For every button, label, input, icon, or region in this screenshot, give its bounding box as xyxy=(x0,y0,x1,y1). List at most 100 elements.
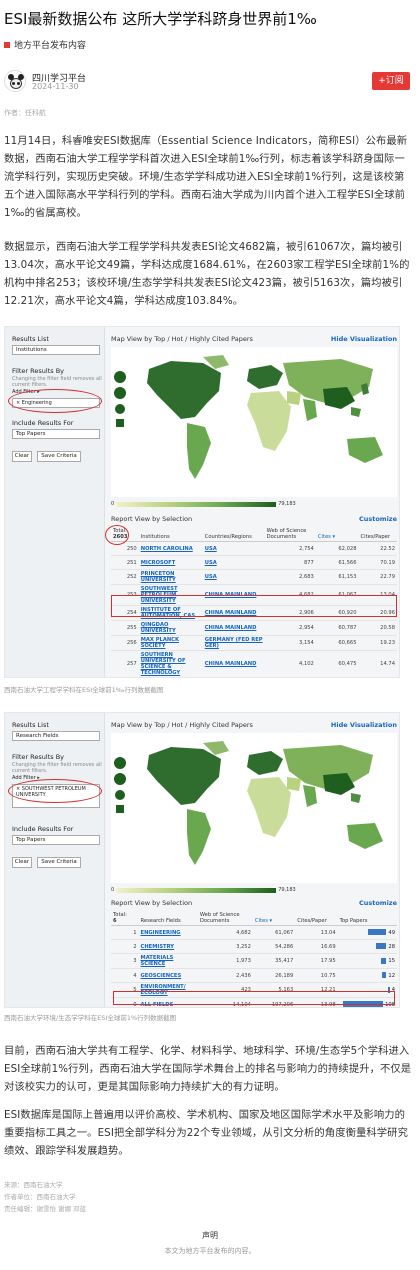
results-list-select[interactable]: Institutions xyxy=(12,345,100,355)
clear-button[interactable]: Clear xyxy=(12,451,32,462)
col-countries[interactable]: Countries/Regions xyxy=(202,527,265,542)
account-row: 四川学习平台 2024-11-30 +订阅 xyxy=(4,70,416,94)
include-label: Include Results For xyxy=(12,419,74,427)
row-field[interactable]: ENGINEERING xyxy=(138,925,198,940)
row-rank: 4 xyxy=(111,968,139,983)
customize-link[interactable]: Customize xyxy=(359,515,397,523)
row-cites-per-paper: 20.58 xyxy=(358,620,397,636)
row-cites: 61,067 xyxy=(252,925,296,940)
table-row[interactable]: 255 QINGDAO UNIVERSITY CHINA MAINLAND 2,954… xyxy=(111,620,397,636)
col-top-papers[interactable]: Top Papers xyxy=(337,911,397,926)
customize-link[interactable]: Customize xyxy=(359,899,397,907)
row-documents: 877 xyxy=(264,555,316,570)
meta-editors: 责任编辑：谢雪怡 谢娜 邓蓝 xyxy=(4,1205,87,1213)
paragraph-4: ESI数据库是国际上普遍用以评价高校、学术机构、国家及地区国际学术水平及影响力的… xyxy=(4,1109,408,1157)
row-cites: 54,286 xyxy=(252,939,296,954)
save-criteria-button[interactable]: Save Criteria xyxy=(37,857,81,868)
col-documents[interactable]: Web of Science Documents xyxy=(264,527,316,542)
subscribe-button[interactable]: +订阅 xyxy=(372,72,410,90)
row-documents: 2,754 xyxy=(264,541,316,556)
paragraph-2: 数据显示，西南石油大学工程学学科共发表ESI论文4682篇，被引61067次，篇… xyxy=(4,241,410,307)
top-papers-value: 28 xyxy=(388,943,395,950)
row-cites-per-paper: 19.23 xyxy=(358,635,397,651)
row-institution[interactable]: QINGDAO UNIVERSITY xyxy=(138,620,203,636)
table-row[interactable]: 251 MICROSOFT USA 877 61,566 70.19 xyxy=(111,555,397,570)
row-cites-per-paper: 10.75 xyxy=(295,968,338,983)
row-country[interactable]: GERMANY (FED REP GER) xyxy=(202,635,265,651)
row-rank: 251 xyxy=(111,555,139,570)
source-tag: 地方平台发布内容 xyxy=(4,38,86,51)
row-documents: 2,436 xyxy=(197,968,253,983)
row-field[interactable]: GEOSCIENCES xyxy=(138,968,198,983)
row-cites: 62,028 xyxy=(315,541,359,556)
col-cites[interactable]: Cites ▾ xyxy=(252,911,296,926)
table-row[interactable]: 250 NORTH CAROLINA USA 2,754 62,028 22.52 xyxy=(111,541,397,556)
col-cites[interactable]: Cites ▾ xyxy=(315,527,359,542)
col-cites-per-paper[interactable]: Cites/Paper xyxy=(358,527,397,542)
table-row[interactable]: 256 MAX PLANCK SOCIETY GERMANY (FED REP GE… xyxy=(111,635,397,651)
filter-by-label: Filter Results By xyxy=(12,753,65,761)
row-country[interactable]: USA xyxy=(202,541,265,556)
table-row[interactable]: 252 PRINCETON UNIVERSITY USA 2,683 61,153 22.… xyxy=(111,569,397,585)
col-cites-per-paper[interactable]: Cites/Paper xyxy=(295,911,338,926)
map-panel: Map View by Top / Hot / Highly Cited Pap… xyxy=(111,721,397,1007)
row-institution[interactable]: MICROSOFT xyxy=(138,555,203,570)
clear-button[interactable]: Clear xyxy=(12,857,32,868)
include-select[interactable]: Top Papers xyxy=(12,835,100,845)
top-papers-value: 12 xyxy=(388,972,395,979)
row-cites-per-paper: 14.74 xyxy=(358,650,397,677)
row-cites: 60,665 xyxy=(315,635,359,651)
results-list-select[interactable]: Research Fields xyxy=(12,731,100,741)
row-country[interactable]: USA xyxy=(202,555,265,570)
disclaimer-title: 声明 xyxy=(202,1231,218,1240)
col-research-fields[interactable]: Research Fields xyxy=(138,911,198,926)
row-country[interactable]: CHINA MAINLAND xyxy=(202,650,265,677)
row-highlight-rect xyxy=(113,991,395,1005)
results-list-label: Results List xyxy=(12,721,49,729)
paragraph-3: 目前，西南石油大学共有工程学、化学、材料科学、地球科学、环境/生态学5个学科进入… xyxy=(4,1045,412,1093)
table-row[interactable]: 2 CHEMISTRY 3,252 54,286 16.69 28 xyxy=(111,939,397,954)
row-institution[interactable]: PRINCETON UNIVERSITY xyxy=(138,569,203,585)
article-title: ESI最新数据公布 这所大学学科跻身世界前1‰ xyxy=(4,10,317,28)
legend-gradient xyxy=(116,501,277,507)
top-papers-bar xyxy=(368,929,387,936)
world-map[interactable] xyxy=(111,733,397,883)
col-institutions[interactable]: Institutions xyxy=(138,527,203,542)
row-rank: 256 xyxy=(111,635,139,651)
row-top-papers: 15 xyxy=(337,953,397,969)
avatar[interactable] xyxy=(4,70,26,92)
map-legend: 0 79,183 xyxy=(111,501,296,507)
table-row[interactable]: 257 SOUTHERN UNIVERSITY OF SCIENCE & TECH… xyxy=(111,650,397,677)
filter-panel: Results List Research Fields Filter Resu… xyxy=(5,713,105,1007)
row-institution[interactable]: NORTH CAROLINA xyxy=(138,541,203,556)
world-map[interactable] xyxy=(111,347,397,497)
table-row[interactable]: 4 GEOSCIENCES 2,436 26,189 10.75 12 xyxy=(111,968,397,983)
table-row[interactable]: 1 ENGINEERING 4,682 61,067 13.04 49 xyxy=(111,925,397,940)
highlight-oval xyxy=(8,389,102,413)
row-cites: 60,787 xyxy=(315,620,359,636)
include-select[interactable]: Top Papers xyxy=(12,429,100,439)
legend-gradient xyxy=(116,887,277,893)
hide-visualization-link[interactable]: Hide Visualization xyxy=(331,721,397,729)
row-rank: 257 xyxy=(111,650,139,677)
row-rank: 3 xyxy=(111,953,139,969)
paragraph-1: 11月14日，科睿唯安ESI数据库（Essential Science Indi… xyxy=(4,135,408,219)
row-top-papers: 49 xyxy=(337,925,397,940)
save-criteria-button[interactable]: Save Criteria xyxy=(37,451,81,462)
row-cites-per-paper: 17.95 xyxy=(295,953,338,969)
row-field[interactable]: CHEMISTRY xyxy=(138,939,198,954)
report-view-title: Report View by Selection xyxy=(111,515,193,523)
figure-1-caption: 西南石油大学工程学学科在ESI全球前1‰行列数据截图 xyxy=(4,686,164,694)
col-documents[interactable]: Web of Science Documents xyxy=(197,911,253,926)
hide-visualization-link[interactable]: Hide Visualization xyxy=(331,335,397,343)
table-row[interactable]: 3 MATERIALS SCIENCE 1,973 35,417 17.95 15 xyxy=(111,953,397,969)
top-papers-value: 15 xyxy=(388,958,395,965)
row-institution[interactable]: SOUTHERN UNIVERSITY OF SCIENCE & TECHNOL… xyxy=(138,650,203,677)
row-rank: 255 xyxy=(111,620,139,636)
figure-esi-environment: Results List Research Fields Filter Resu… xyxy=(4,712,400,1008)
row-country[interactable]: USA xyxy=(202,569,265,585)
map-legend: 0 79,183 xyxy=(111,887,296,893)
row-field[interactable]: MATERIALS SCIENCE xyxy=(138,953,198,969)
row-institution[interactable]: MAX PLANCK SOCIETY xyxy=(138,635,203,651)
row-country[interactable]: CHINA MAINLAND xyxy=(202,620,265,636)
